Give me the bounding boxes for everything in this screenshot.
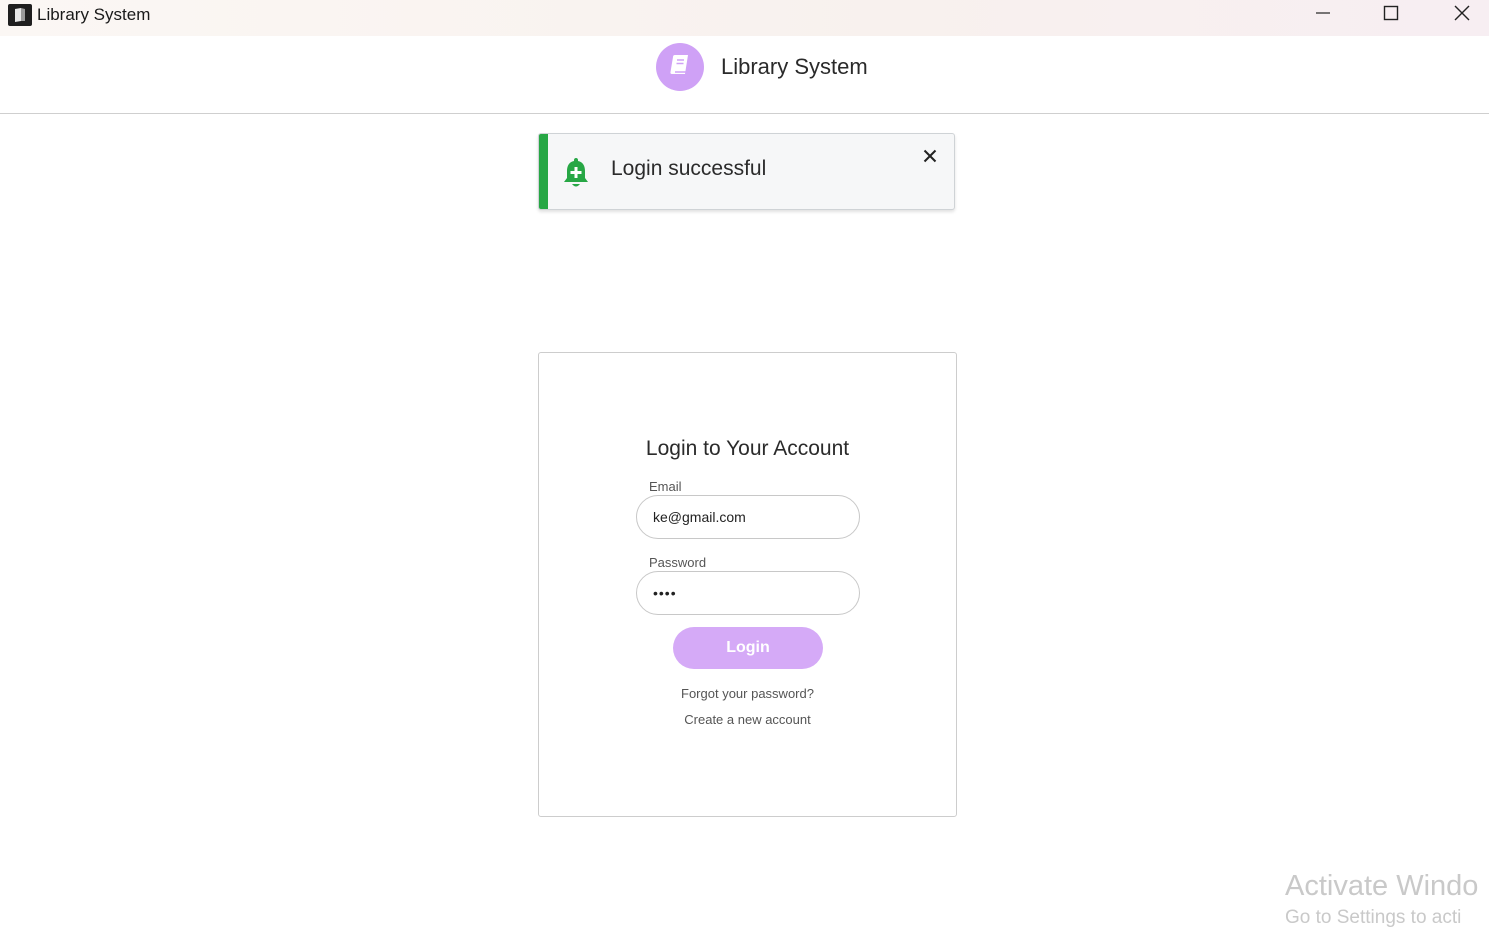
window-title: Library System [37,5,151,24]
login-button[interactable]: Login [673,627,823,669]
toast-accent-bar [539,134,548,209]
minimize-icon [1315,5,1331,26]
login-title: Login to Your Account [645,437,850,460]
create-account-link[interactable]: Create a new account [539,712,956,727]
bell-plus-icon [561,156,591,190]
email-field[interactable] [636,495,860,539]
book-icon [667,52,693,83]
maximize-icon [1383,5,1399,26]
password-field[interactable]: •••• [636,571,860,615]
window-titlebar: Library System [0,0,1489,36]
book-app-icon [8,4,32,26]
activation-watermark-title: Activate Windo [1285,870,1479,902]
logo [656,43,704,91]
close-icon [1453,4,1471,27]
activation-watermark-subtitle: Go to Settings to acti [1285,907,1462,928]
toast-message: Login successful [611,157,767,180]
close-icon [923,149,937,168]
toast-close-button[interactable] [920,148,940,168]
forgot-password-link[interactable]: Forgot your password? [539,686,956,701]
minimize-button[interactable] [1300,0,1346,30]
app-header: Library System [0,36,1489,114]
close-button[interactable] [1439,0,1485,30]
success-toast: Login successful [538,133,955,210]
password-value: •••• [653,585,677,601]
login-card: Login to Your Account Email Password •••… [538,352,957,817]
app-title: Library System [721,54,868,79]
email-label: Email [649,479,682,494]
password-label: Password [649,555,707,570]
maximize-button[interactable] [1368,0,1414,30]
